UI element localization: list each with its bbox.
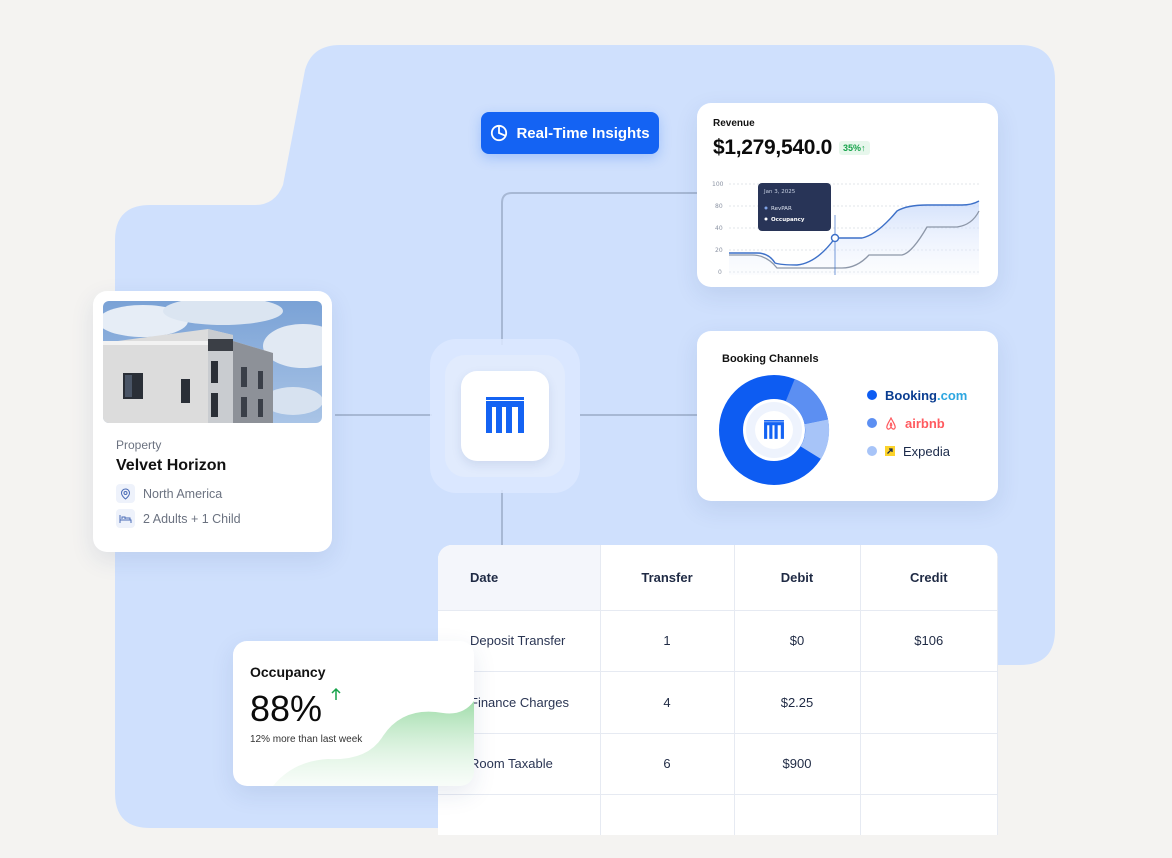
property-guests-row: 2 Adults + 1 Child (116, 509, 241, 528)
axis-tick: 100 (712, 181, 724, 188)
tooltip-series: Occupancy (771, 217, 805, 223)
property-card[interactable]: Property Velvet Horizon North America 2 … (93, 291, 332, 552)
airbnb-icon (886, 416, 896, 430)
property-label: Property (116, 438, 162, 452)
cell-debit: $2.25 (734, 671, 861, 734)
brand-logo-icon (764, 420, 784, 439)
airbnb-logo-text: airbnb (905, 415, 945, 431)
real-time-insights-button[interactable]: Real-Time Insights (481, 112, 659, 154)
booking-logo-text: Booking (885, 387, 937, 403)
occupancy-title: Occupancy (250, 664, 326, 680)
cell-date (438, 794, 601, 835)
table-row[interactable]: Deposit Transfer 1 $0 $106 (438, 610, 998, 672)
legend-dot (867, 390, 877, 400)
tooltip-series: RevPAR (771, 206, 792, 212)
transactions-table: Date Transfer Debit Credit Deposit Trans… (438, 545, 998, 835)
property-location: North America (143, 486, 223, 501)
location-pin-icon (116, 484, 135, 503)
insights-label: Real-Time Insights (516, 124, 650, 142)
cell-transfer: 6 (600, 733, 735, 795)
cell-credit (860, 671, 998, 734)
table-header-row: Date Transfer Debit Credit (438, 545, 998, 611)
expedia-icon (885, 446, 895, 456)
occupancy-note: 12% more than last week (250, 734, 363, 745)
column-header[interactable]: Date (438, 545, 601, 611)
cell-credit (860, 733, 998, 795)
legend-dot (867, 446, 877, 456)
expedia-logo-text: Expedia (903, 443, 950, 459)
booking-title: Booking Channels (722, 353, 819, 365)
revenue-title: Revenue (713, 118, 755, 129)
app-logo[interactable] (461, 371, 549, 461)
cell-debit: $900 (734, 733, 861, 795)
column-header[interactable]: Credit (860, 545, 998, 611)
property-location-row: North America (116, 484, 222, 503)
cell-transfer: 1 (600, 610, 735, 672)
booking-legend: Booking.com airbnb Expedia (867, 381, 967, 465)
arrow-up-icon (331, 687, 341, 700)
booking-logo-suffix: .com (937, 387, 968, 403)
booking-channels-card: Booking Channels Booking.com airbnb Expe… (697, 331, 998, 501)
table-row[interactable]: Finance Charges 4 $2.25 (438, 671, 998, 734)
axis-tick: 0 (718, 269, 722, 276)
cell-debit (734, 794, 861, 835)
axis-tick: 20 (715, 247, 723, 254)
table-row[interactable] (438, 794, 998, 835)
axis-tick: 40 (715, 225, 723, 232)
property-guests: 2 Adults + 1 Child (143, 511, 241, 526)
revenue-value: $1,279,540.0 (713, 136, 833, 159)
tooltip-date: Jan 3, 2025 (763, 189, 796, 195)
cell-credit: $106 (860, 610, 998, 672)
brand-logo-icon (486, 397, 524, 433)
pie-chart-icon (491, 124, 508, 142)
revenue-chart[interactable]: 100 80 40 20 0 Jan 3, 2025 RevPAR Occupa… (697, 175, 998, 285)
legend-item-airbnb[interactable]: airbnb (867, 409, 967, 437)
legend-dot (867, 418, 877, 428)
bed-icon (116, 509, 135, 528)
revenue-card: Revenue $1,279,540.0 35%↑ 100 80 40 20 0… (697, 103, 998, 287)
property-name: Velvet Horizon (116, 457, 227, 474)
revenue-change-badge: 35%↑ (839, 141, 870, 155)
legend-item-booking[interactable]: Booking.com (867, 381, 967, 409)
cell-debit: $0 (734, 610, 861, 672)
occupancy-value: 88% (250, 688, 323, 729)
table-row[interactable]: Room Taxable 6 $900 (438, 733, 998, 795)
cell-transfer (600, 794, 735, 835)
axis-tick: 80 (715, 203, 723, 210)
cell-credit (860, 794, 998, 835)
donut-center-logo (755, 411, 793, 449)
occupancy-card: Occupancy 88% 12% more than last week (233, 641, 474, 786)
property-photo (103, 301, 322, 423)
cell-transfer: 4 (600, 671, 735, 734)
column-header[interactable]: Transfer (600, 545, 735, 611)
legend-item-expedia[interactable]: Expedia (867, 437, 967, 465)
column-header[interactable]: Debit (734, 545, 861, 611)
